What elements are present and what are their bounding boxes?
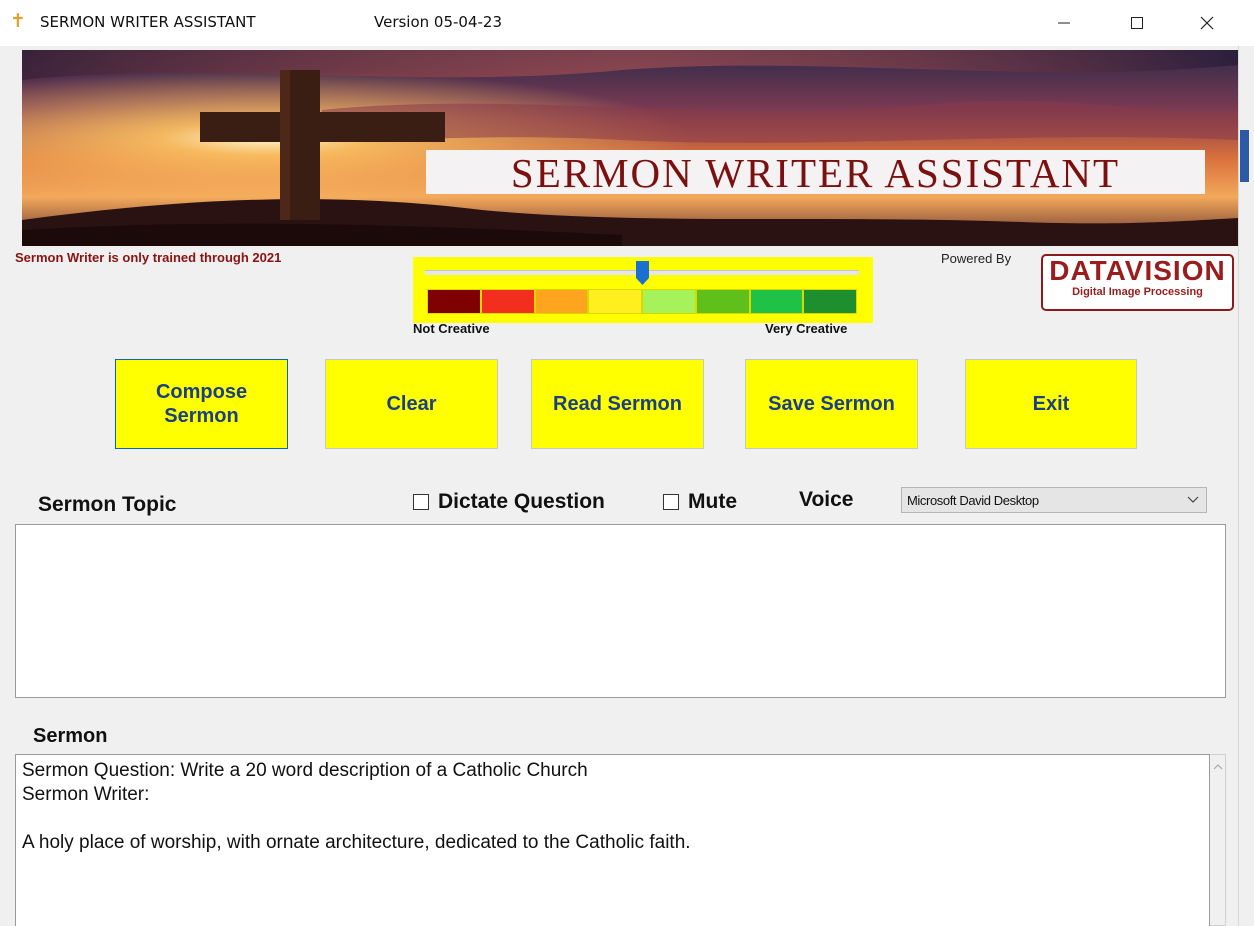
powered-by-label: Powered By <box>941 251 1012 266</box>
window-titlebar: ✝ SERMON WRITER ASSISTANT Version 05-04-… <box>0 0 1254 46</box>
scale-label-very-creative: Very Creative <box>765 321 848 336</box>
window-title: SERMON WRITER ASSISTANT <box>40 13 256 31</box>
save-sermon-button[interactable]: Save Sermon <box>745 359 918 449</box>
dictate-question-checkbox[interactable]: Dictate Question <box>413 490 605 514</box>
voice-label: Voice <box>799 488 854 511</box>
mute-checkbox[interactable]: Mute <box>663 490 737 514</box>
voice-select[interactable]: Microsoft David Desktop <box>901 487 1207 513</box>
header-banner: SERMON WRITER ASSISTANT <box>22 50 1238 246</box>
minimize-button[interactable] <box>1041 0 1087 46</box>
dictate-checkbox-box[interactable] <box>413 494 429 510</box>
sermon-line: Sermon Question: Write a 20 word descrip… <box>22 760 588 781</box>
sermon-line: Sermon Writer: <box>22 784 150 805</box>
creativity-slider-thumb[interactable] <box>635 261 649 285</box>
creativity-slider-panel <box>413 257 873 323</box>
datavision-logo: DATAVISION Digital Image Processing <box>1041 254 1234 311</box>
sermon-label: Sermon <box>33 725 108 747</box>
banner-image <box>22 50 1238 246</box>
compose-sermon-button[interactable]: Compose Sermon <box>115 359 288 449</box>
scroll-up-icon[interactable] <box>1211 761 1225 773</box>
maximize-button[interactable] <box>1114 0 1160 46</box>
window-scrollbar-thumb[interactable] <box>1240 130 1249 182</box>
creativity-scale-segment <box>695 289 750 314</box>
creativity-scale-segment <box>749 289 804 314</box>
sermon-line <box>22 807 1203 831</box>
scale-label-not-creative: Not Creative <box>413 321 490 336</box>
read-sermon-button[interactable]: Read Sermon <box>531 359 704 449</box>
mute-label: Mute <box>688 490 737 513</box>
creativity-scale-segment <box>803 289 857 314</box>
creativity-scale-segment <box>534 289 589 314</box>
dictate-question-label: Dictate Question <box>438 490 605 513</box>
close-button[interactable] <box>1184 0 1230 46</box>
minimize-icon <box>1058 22 1070 24</box>
sermon-scrollbar[interactable] <box>1210 754 1226 926</box>
voice-select-value: Microsoft David Desktop <box>907 493 1039 508</box>
sermon-line: A holy place of worship, with ornate arc… <box>22 832 691 853</box>
creativity-scale-segment <box>427 289 481 314</box>
clear-button[interactable]: Clear <box>325 359 498 449</box>
creativity-scale-segment <box>642 289 696 314</box>
maximize-icon <box>1131 17 1143 29</box>
version-label: Version 05-04-23 <box>374 13 503 31</box>
logo-sub-text: Digital Image Processing <box>1072 286 1203 298</box>
exit-button[interactable]: Exit <box>965 359 1137 449</box>
logo-main-text: DATAVISION <box>1049 255 1226 286</box>
sermon-topic-input[interactable] <box>15 524 1226 698</box>
sermon-topic-label: Sermon Topic <box>38 493 177 516</box>
creativity-scale-segment <box>480 289 535 314</box>
cross-icon: ✝ <box>10 10 26 32</box>
creativity-scale <box>427 289 857 314</box>
sermon-output[interactable]: Sermon Question: Write a 20 word descrip… <box>15 754 1210 926</box>
mute-checkbox-box[interactable] <box>663 494 679 510</box>
banner-title: SERMON WRITER ASSISTANT <box>426 150 1205 196</box>
close-icon <box>1200 16 1214 30</box>
creativity-scale-segment <box>588 289 642 314</box>
chevron-down-icon <box>1187 496 1199 503</box>
training-note: Sermon Writer is only trained through 20… <box>15 250 282 265</box>
